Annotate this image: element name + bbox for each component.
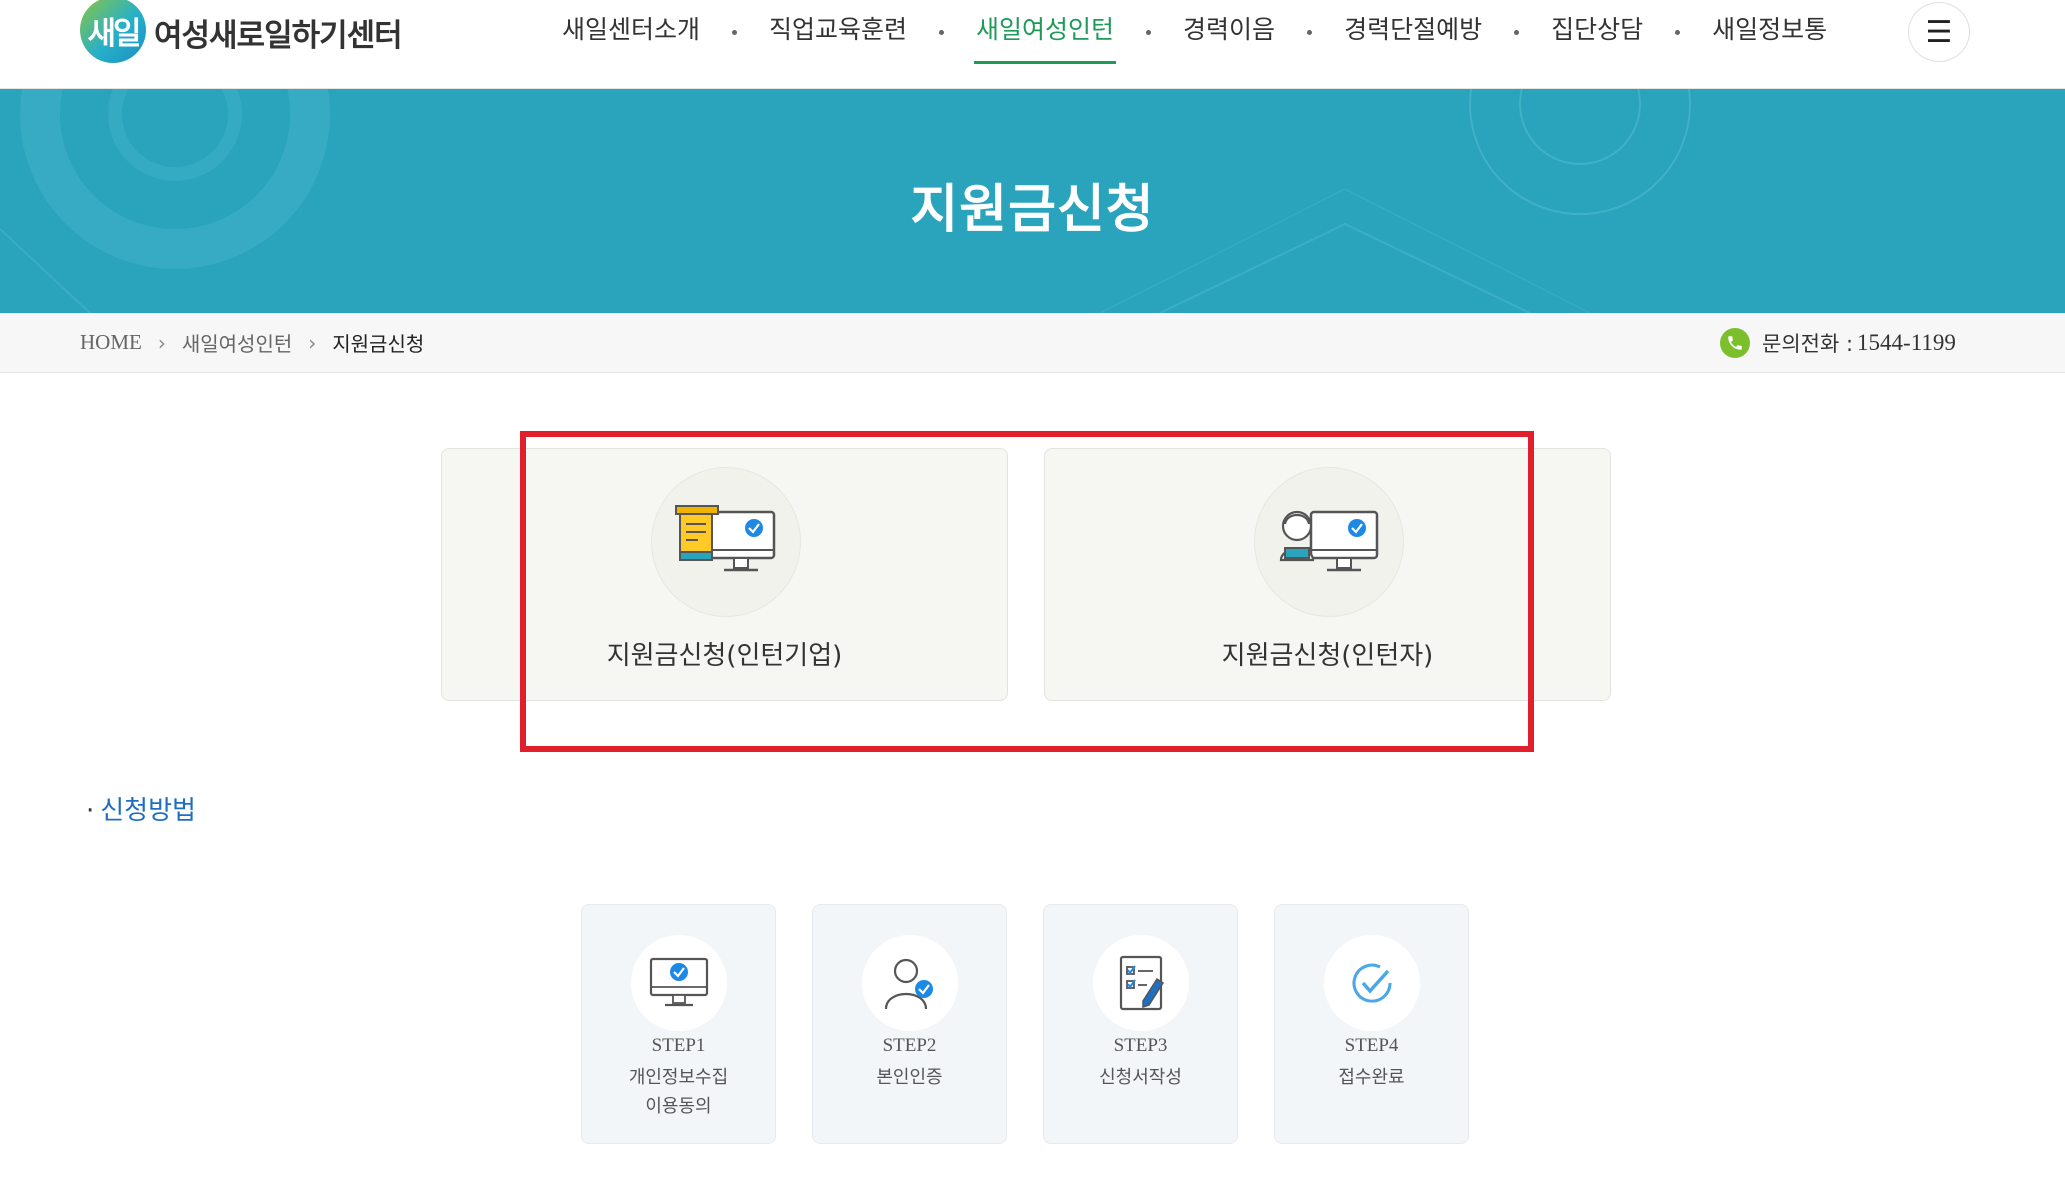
hamburger-icon: ☰ bbox=[1925, 14, 1953, 50]
nav-separator bbox=[732, 29, 738, 35]
step-text-line1: 본인인증 bbox=[876, 1067, 943, 1088]
breadcrumb-separator: › bbox=[157, 330, 166, 355]
nav-separator bbox=[1514, 29, 1520, 35]
nav-separator bbox=[1146, 29, 1152, 35]
apply-card-company[interactable]: 지원금신청(인턴기업) bbox=[441, 448, 1008, 701]
icon-circle bbox=[1253, 467, 1404, 617]
contact-info: 문의전화 : 1544-1199 bbox=[1720, 313, 1956, 372]
step-icon-circle bbox=[631, 935, 727, 1031]
step-icon-circle bbox=[1324, 935, 1420, 1031]
breadcrumb-parent[interactable]: 새일여성인턴 bbox=[182, 328, 292, 357]
breadcrumb-bar: HOME › 새일여성인턴 › 지원금신청 문의전화 : 1544-1199 bbox=[0, 313, 2065, 373]
logo-mark: 새일 bbox=[80, 0, 146, 63]
phone-icon bbox=[1720, 327, 1750, 358]
nav-separator bbox=[1675, 29, 1681, 35]
nav-item-center-intro[interactable]: 새일센터소개 bbox=[560, 0, 702, 64]
apply-card-label: 지원금신청(인턴기업) bbox=[606, 641, 843, 671]
step-card-3: STEP3 신청서작성 bbox=[1043, 904, 1238, 1144]
main-nav: 새일센터소개 직업교육훈련 새일여성인턴 경력이음 경력단절예방 집단상담 새일… bbox=[560, 0, 1829, 64]
nav-item-job-training[interactable]: 직업교육훈련 bbox=[767, 0, 909, 64]
section-title-text: 신청방법 bbox=[100, 796, 196, 826]
step-number: STEP2 bbox=[882, 1035, 937, 1056]
page-title: 지원금신청 bbox=[910, 180, 1155, 240]
step-text: 개인정보수집 이용동의 bbox=[582, 1063, 775, 1121]
breadcrumb: HOME › 새일여성인턴 › 지원금신청 bbox=[80, 313, 424, 372]
step-number: STEP3 bbox=[1113, 1035, 1168, 1056]
breadcrumb-current: 지원금신청 bbox=[332, 332, 425, 356]
step-text: 본인인증 bbox=[813, 1063, 1006, 1092]
person-monitor-icon bbox=[1279, 510, 1378, 572]
section-title: · 신청방법 bbox=[86, 790, 196, 827]
step-card-4: STEP4 접수완료 bbox=[1274, 904, 1469, 1144]
breadcrumb-home[interactable]: HOME bbox=[80, 330, 142, 355]
nav-item-women-intern[interactable]: 새일여성인턴 bbox=[974, 0, 1117, 64]
check-circle-icon bbox=[1352, 963, 1392, 1003]
user-check-icon bbox=[884, 958, 933, 1010]
site-header: 새일 여성새로일하기센터 새일센터소개 직업교육훈련 새일여성인턴 경력이음 경… bbox=[0, 0, 2065, 89]
step-text-line1: 개인정보수집 bbox=[628, 1067, 729, 1088]
step-text-line1: 신청서작성 bbox=[1099, 1067, 1182, 1088]
step-icon-circle bbox=[862, 935, 958, 1031]
nav-item-career-link[interactable]: 경력이음 bbox=[1181, 0, 1277, 64]
contact-number: 1544-1199 bbox=[1857, 329, 1956, 355]
contact-label: 문의전화 : bbox=[1762, 331, 1854, 356]
step-text-line1: 접수완료 bbox=[1338, 1067, 1405, 1088]
nav-item-group-counsel[interactable]: 집단상담 bbox=[1549, 0, 1645, 64]
step-text: 접수완료 bbox=[1275, 1063, 1468, 1092]
step-icon-circle bbox=[1093, 935, 1189, 1031]
breadcrumb-separator: › bbox=[308, 330, 317, 355]
nav-item-career-prevention[interactable]: 경력단절예방 bbox=[1342, 0, 1484, 64]
page-banner: 지원금신청 bbox=[0, 89, 2065, 313]
apply-card-label: 지원금신청(인턴자) bbox=[1221, 641, 1434, 671]
all-menu-button[interactable]: ☰ bbox=[1908, 2, 1970, 62]
company-monitor-icon bbox=[674, 505, 775, 572]
step-text: 신청서작성 bbox=[1044, 1063, 1237, 1092]
nav-item-info[interactable]: 새일정보통 bbox=[1710, 0, 1829, 64]
site-logo[interactable]: 새일 여성새로일하기센터 bbox=[80, 0, 403, 64]
step-text-line2: 이용동의 bbox=[645, 1096, 712, 1117]
monitor-check-icon bbox=[649, 957, 709, 1007]
nav-separator bbox=[1307, 29, 1313, 35]
step-card-2: STEP2 본인인증 bbox=[812, 904, 1007, 1144]
step-card-1: STEP1 개인정보수집 이용동의 bbox=[581, 904, 776, 1144]
section-bullet: · bbox=[86, 796, 95, 826]
apply-card-intern[interactable]: 지원금신청(인턴자) bbox=[1044, 448, 1611, 701]
step-number: STEP4 bbox=[1344, 1035, 1399, 1056]
nav-separator bbox=[939, 29, 945, 35]
form-pen-icon bbox=[1119, 955, 1165, 1011]
logo-text: 여성새로일하기센터 bbox=[154, 17, 403, 54]
step-number: STEP1 bbox=[651, 1035, 706, 1056]
icon-circle bbox=[650, 467, 801, 617]
